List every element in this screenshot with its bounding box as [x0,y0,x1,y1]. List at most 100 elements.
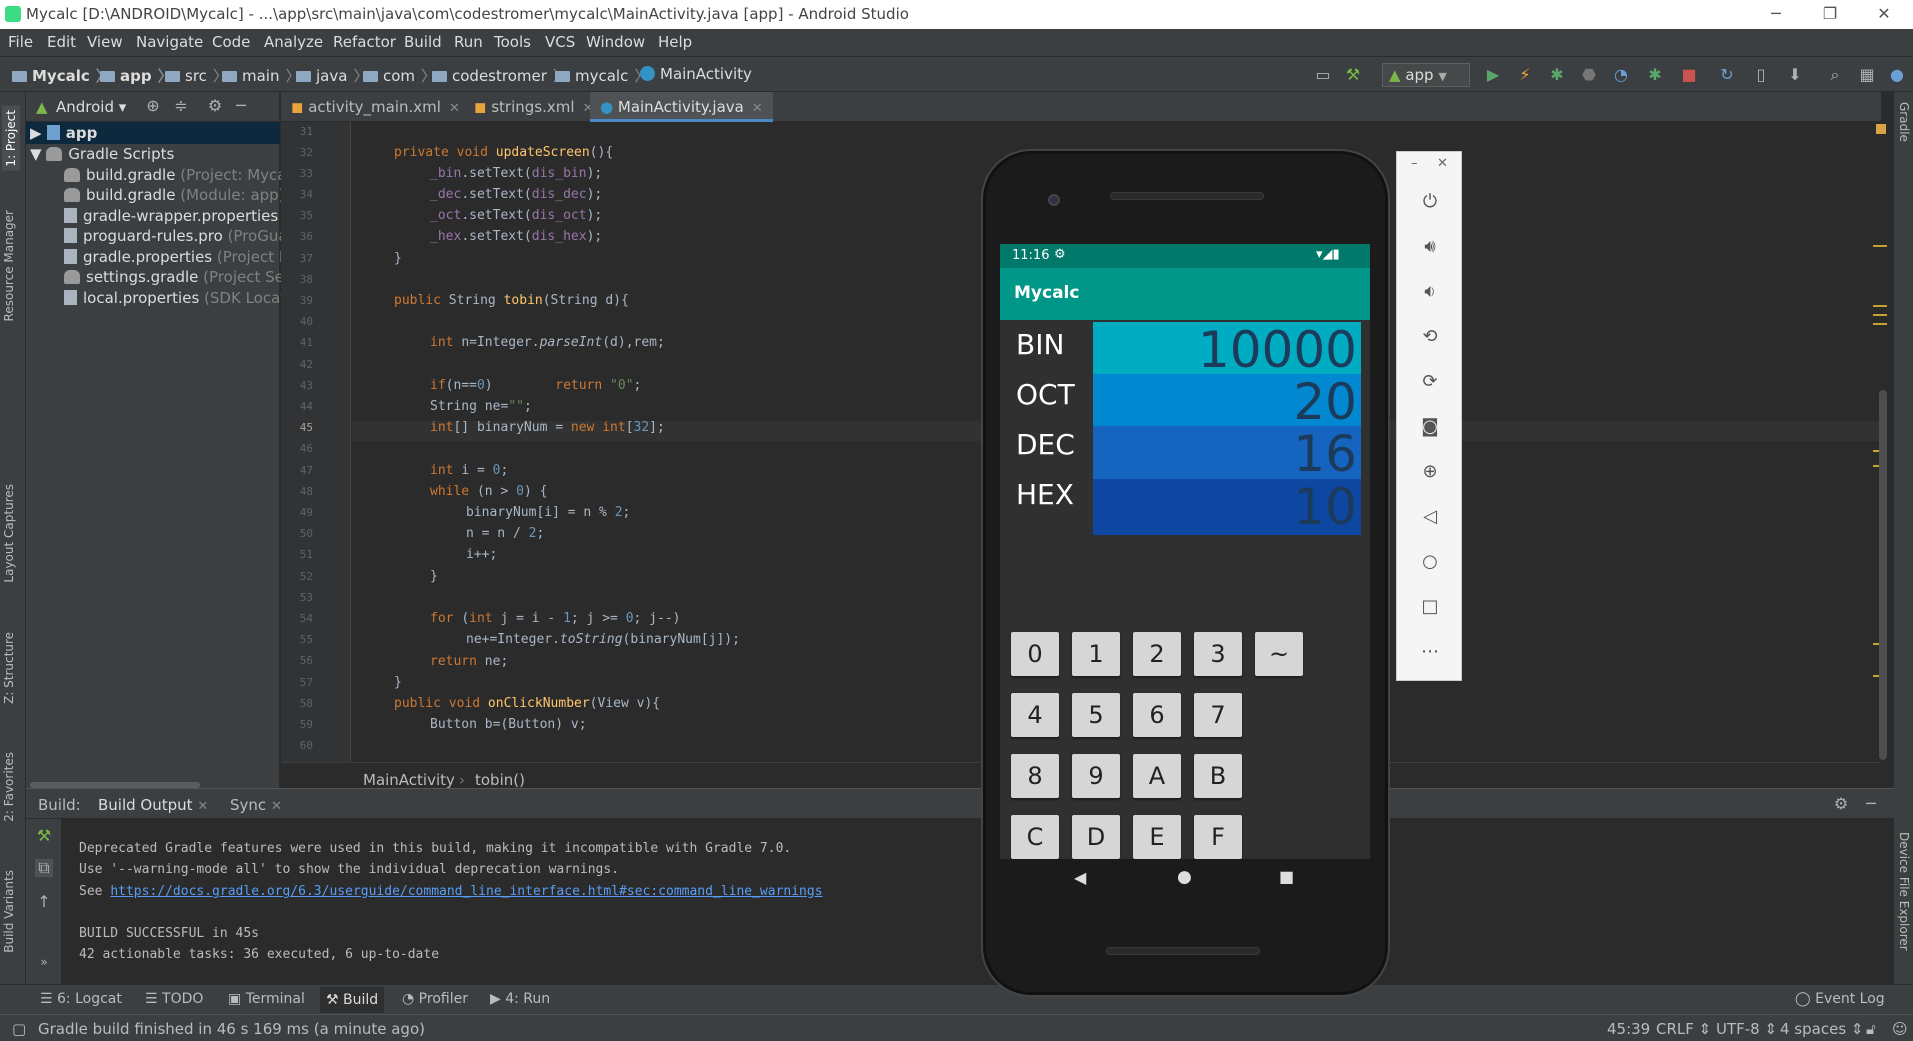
menu-analyze[interactable]: Analyze [264,33,323,51]
hammer-icon[interactable]: ⚒ [35,827,53,845]
android-home-icon[interactable]: ● [1177,867,1192,887]
project-structure-icon[interactable]: ▦ [1858,66,1876,84]
tool-tab-event-log[interactable]: ◯ Event Log [1795,991,1885,1007]
overview-icon[interactable]: □ [1419,596,1441,618]
key-tilde[interactable]: ~ [1255,632,1303,676]
breadcrumb-java[interactable]: java 〉 [296,65,368,86]
make-project-icon[interactable]: ⚒ [1344,66,1362,84]
run-config-select[interactable]: ▲ app ▼ [1382,63,1470,87]
home-icon[interactable]: ○ [1419,551,1441,573]
tree-item-proguard[interactable]: proguard-rules.pro (ProGua [64,227,288,245]
gear-icon[interactable]: ⚙ [206,97,224,115]
breadcrumb-src[interactable]: src 〉 [165,65,228,86]
tree-item-gradle-scripts-row[interactable]: ▼ Gradle Scripts [30,145,174,163]
open-window-icon[interactable]: ▭ [1314,66,1332,84]
more-icon[interactable]: ⋯ [1419,641,1441,663]
key-8[interactable]: 8 [1011,754,1059,798]
key-e[interactable]: E [1133,815,1181,859]
hex-value[interactable]: 10 [1093,479,1361,535]
tab-strings-xml[interactable]: ◼ strings.xml ✕ [464,92,603,122]
key-5[interactable]: 5 [1072,693,1120,737]
android-back-icon[interactable]: ◀ [1074,868,1086,887]
profile-icon[interactable]: ◔ [1612,66,1630,84]
key-f[interactable]: F [1194,815,1242,859]
run-icon[interactable]: ▶ [1484,66,1502,84]
tree-item-build-gradle-project[interactable]: build.gradle (Project: Mycal [64,166,291,184]
rotate-right-icon[interactable]: ⟳ [1419,371,1441,393]
hide-icon[interactable]: ─ [1862,795,1880,813]
restore-button[interactable]: ❐ [1803,0,1857,29]
menu-build[interactable]: Build [404,33,442,51]
tree-item-gradle-properties[interactable]: gradle.properties (Project P [64,248,288,266]
tree-item-gradle-wrapper[interactable]: gradle-wrapper.properties [64,207,278,225]
minimize-button[interactable]: ─ [1749,0,1803,29]
tool-tab-resource-manager[interactable]: Resource Manager [2,210,16,321]
lock-icon[interactable]: 🔓︎ [1866,1020,1876,1038]
close-tab-icon[interactable]: ✕ [449,101,460,116]
more-icon[interactable]: » [35,953,53,971]
key-6[interactable]: 6 [1133,693,1181,737]
toggle-view-icon[interactable]: ⧉ [35,859,53,877]
camera-icon[interactable]: ◙ [1419,416,1441,438]
error-stripe-marker[interactable] [1873,314,1887,316]
breadcrumb-app[interactable]: app〉 [100,65,173,86]
apply-changes-icon[interactable]: ⚡ [1516,66,1534,84]
line-separator[interactable]: CRLF ⇕ [1656,1020,1711,1038]
key-7[interactable]: 7 [1194,693,1242,737]
menu-tools[interactable]: Tools [494,33,531,51]
menu-edit[interactable]: Edit [47,33,76,51]
key-4[interactable]: 4 [1011,693,1059,737]
memory-indicator-icon[interactable]: ☺︎ [1892,1020,1908,1038]
account-icon[interactable]: ● [1888,66,1906,84]
tool-tab-build-variants[interactable]: Build Variants [2,870,16,953]
collapse-all-icon[interactable]: ≑ [172,97,190,115]
hide-icon[interactable]: ─ [232,97,250,115]
status-window-icon[interactable]: ▢ [12,1020,26,1038]
warning-indicator-icon[interactable] [1876,124,1886,134]
tab-mainactivity-java[interactable]: ● MainActivity.java ✕ [590,92,773,122]
error-stripe-marker[interactable] [1873,323,1887,325]
breadcrumb-codestromer[interactable]: codestromer〉 [432,65,568,86]
breadcrumb-main[interactable]: main 〉 [222,65,301,86]
tool-tab-device-file-explorer[interactable]: Device File Explorer [1897,832,1911,951]
tab-activity-main-xml[interactable]: ◼ activity_main.xml ✕ [281,92,470,122]
gear-icon[interactable]: ⚙ [1832,795,1850,813]
menu-code[interactable]: Code [212,33,250,51]
tool-tab-run[interactable]: ▶ 4: Run [490,991,550,1007]
tool-tab-logcat[interactable]: ☰ 6: Logcat [40,991,122,1007]
key-3[interactable]: 3 [1194,632,1242,676]
breadcrumb-com[interactable]: com 〉 [363,65,436,86]
tool-tab-favorites[interactable]: 2: Favorites [2,752,16,822]
minimize-icon[interactable]: – [1411,156,1418,171]
menu-refactor[interactable]: Refactor [333,33,396,51]
volume-down-icon[interactable]: 🔉︎ [1419,281,1441,303]
tree-item-local-properties[interactable]: local.properties (SDK Locat [64,289,286,307]
tool-tab-todo[interactable]: ☰ TODO [145,991,203,1007]
menu-help[interactable]: Help [658,33,692,51]
key-2[interactable]: 2 [1133,632,1181,676]
tree-item-app[interactable]: ▶ app [26,122,280,144]
tree-item-build-gradle-app[interactable]: build.gradle (Module: app) [64,186,285,204]
tool-tab-layout-captures[interactable]: Layout Captures [2,484,16,583]
avd-manager-icon[interactable]: ▯ [1752,66,1770,84]
key-c[interactable]: C [1011,815,1059,859]
menu-window[interactable]: Window [586,33,645,51]
gradle-docs-link[interactable]: https://docs.gradle.org/6.3/userguide/co… [110,884,822,899]
key-a[interactable]: A [1133,754,1181,798]
error-stripe-marker[interactable] [1873,245,1887,247]
key-d[interactable]: D [1072,815,1120,859]
menu-run[interactable]: Run [454,33,483,51]
vertical-scrollbar[interactable] [1879,390,1887,760]
dec-value[interactable]: 16 [1093,426,1361,482]
tree-item-settings-gradle[interactable]: settings.gradle (Project Sett [64,268,296,286]
sdk-manager-icon[interactable]: ⬇ [1786,66,1804,84]
tool-tab-build[interactable]: ⚒ Build [320,987,385,1013]
crumb-tobin[interactable]: tobin() [475,771,525,789]
oct-value[interactable]: 20 [1093,374,1361,430]
attach-debugger-icon[interactable]: ⬣ [1580,66,1598,84]
menu-vcs[interactable]: VCS [545,33,575,51]
tool-tab-terminal[interactable]: ▣ Terminal [228,991,305,1007]
tool-tab-structure[interactable]: Z: Structure [2,632,16,704]
rotate-left-icon[interactable]: ⟲ [1419,326,1441,348]
crumb-mainactivity[interactable]: MainActivity [363,771,455,789]
